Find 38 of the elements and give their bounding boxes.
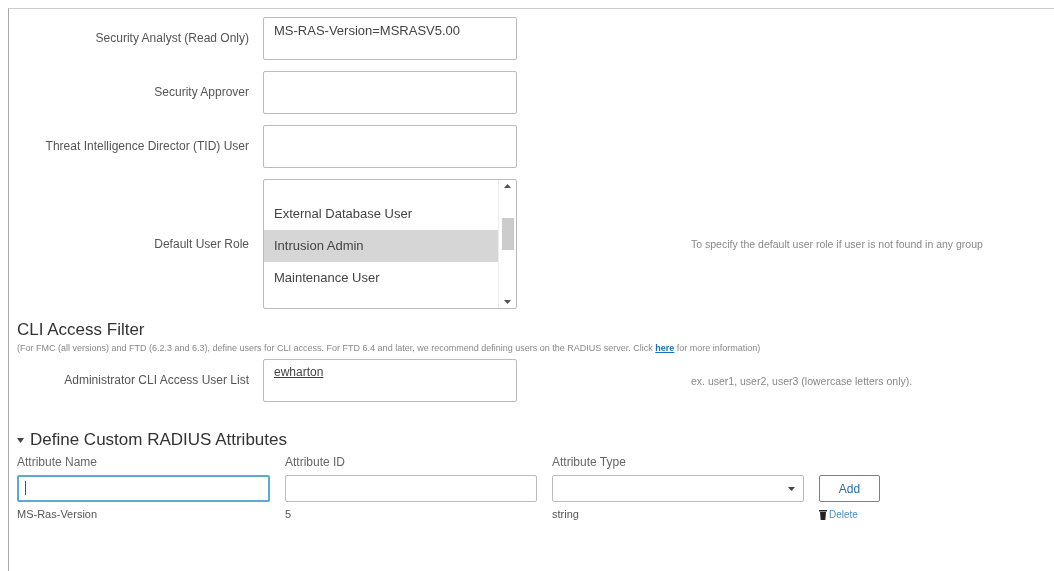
section-heading: Define Custom RADIUS Attributes [30, 430, 287, 450]
list-option[interactable]: Maintenance User [264, 262, 498, 294]
field-label: Threat Intelligence Director (TID) User [44, 139, 249, 154]
description-text: (For FMC (all versions) and FTD (6.2.3 and 6.3), define users for CLI access. For FTD 6.4 and later, we recommend defining users on the RADIUS server. Click here for more information) [17, 343, 762, 353]
hint-text: To specify the default user role if user is not found in any group [690, 238, 984, 250]
type-select[interactable] [552, 475, 804, 502]
trash-icon [819, 508, 827, 520]
table-cell-text: MS-Ras-Version [17, 508, 99, 520]
table-cell-text: 5 [285, 508, 293, 520]
scroll-up-icon[interactable] [504, 184, 511, 188]
section-heading: CLI Access Filter [17, 320, 146, 340]
text-field[interactable]: ewharton [263, 359, 517, 402]
add-button[interactable]: Add [819, 475, 880, 502]
text-field[interactable]: MS-RAS-Version=MSRASV5.00 [263, 17, 517, 60]
field-label: Default User Role [153, 236, 249, 252]
list-option[interactable]: Intrusion Admin [264, 230, 498, 262]
delete-link[interactable]: Delete [819, 508, 889, 520]
field-label: Administrator CLI Access User List [63, 373, 249, 388]
id-input[interactable] [285, 475, 537, 502]
text-field[interactable] [263, 125, 517, 168]
hint-text: ex. user1, user2, user3 (lowercase letters only). [690, 374, 914, 387]
help-link[interactable]: here [655, 343, 675, 353]
column-label: Attribute ID [285, 455, 347, 469]
table-cell-text: string [552, 508, 580, 520]
field-label: Security Approver [153, 85, 249, 100]
role-listbox[interactable]: External Database User Intrusion Admin Maintenance User [263, 179, 517, 309]
field-label: Security Analyst (Read Only) [94, 31, 249, 46]
name-input[interactable] [17, 475, 270, 502]
text-cursor [25, 481, 26, 495]
caret-icon [788, 486, 795, 491]
scrollbar-thumb[interactable] [502, 218, 514, 250]
column-label: Attribute Name [17, 455, 99, 469]
scroll-down-icon[interactable] [504, 300, 511, 304]
list-option[interactable]: External Database User [264, 198, 498, 230]
caret-icon[interactable] [17, 437, 24, 443]
column-label: Attribute Type [552, 455, 627, 469]
scrollbar[interactable] [498, 180, 516, 308]
text-field[interactable] [263, 71, 517, 114]
